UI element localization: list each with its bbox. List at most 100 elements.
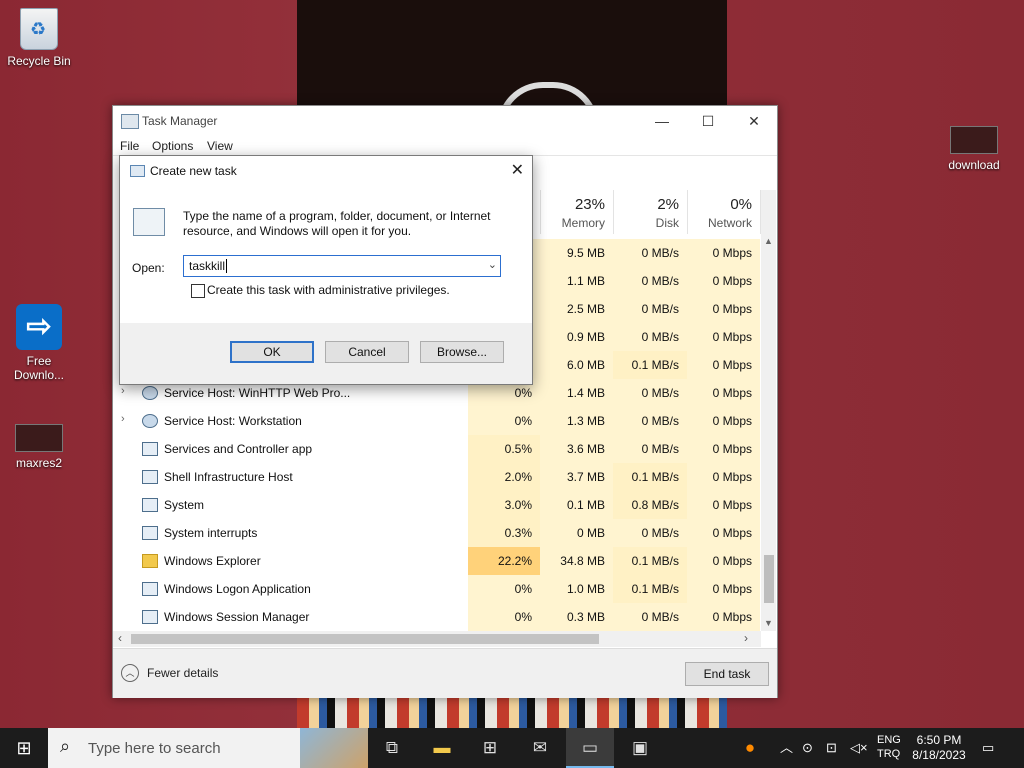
open-label: Open: [132,261,165,275]
task-manager-taskbar-icon[interactable]: ▣ [616,728,664,768]
horizontal-scrollbar[interactable]: ‹ › [113,631,761,647]
folder-icon [142,554,158,568]
desktop-icon-recycle-bin[interactable]: Recycle Bin [2,8,76,68]
process-name: System [164,498,205,512]
network-icon[interactable]: ⊡ [826,728,837,768]
cell-mem: 0.9 MB [540,323,613,351]
notification-icon[interactable]: ▭ [982,728,994,768]
open-combobox[interactable]: taskkill ⌄ [183,255,501,277]
recycle-bin-icon [20,8,58,50]
run-dialog-taskbar-icon[interactable]: ▭ [566,728,614,768]
cancel-button[interactable]: Cancel [325,341,409,363]
vertical-scrollbar[interactable]: ▲ ▼ [761,190,776,631]
camera-icon[interactable]: ⊙ [802,728,813,768]
scroll-up-icon[interactable]: ▲ [764,236,773,246]
memory-label: Memory [561,216,605,230]
process-name: Service Host: Workstation [164,414,302,428]
cell-net: 0 Mbps [687,435,760,463]
cell-net: 0 Mbps [687,295,760,323]
admin-privileges-label[interactable]: Create this task with administrative pri… [207,283,450,297]
expand-chevron-icon[interactable]: › [121,385,125,397]
maximize-button[interactable]: ☐ [685,106,731,136]
input-language[interactable]: ENG TRQ [877,733,901,761]
scroll-right-icon[interactable]: › [744,631,748,645]
desktop-icon-maxres2[interactable]: maxres2 [2,424,76,470]
mail-icon[interactable]: ✉ [516,728,564,768]
table-row[interactable]: Shell Infrastructure Host 2.0% 3.7 MB 0.1 M… [113,463,763,491]
desktop-icon-free-download[interactable]: ⇨ Free Downlo... [2,304,76,382]
cell-disk: 0 MB/s [613,295,687,323]
cell-cpu: 0.5% [468,435,540,463]
desktop-icon-label: maxres2 [15,456,62,470]
search-box[interactable]: ⌕ Type here to search [48,728,368,768]
fewer-details-link[interactable]: Fewer details [147,666,218,680]
end-task-button[interactable]: End task [685,662,769,686]
table-row[interactable]: › Service Host: Workstation 0% 1.3 MB 0 MB/s… [113,407,763,435]
dialog-title: Create new task [150,164,237,178]
table-row[interactable]: Windows Session Manager 0% 0.3 MB 0 MB/s 0 M… [113,603,763,631]
app-orange-circle-icon[interactable]: ● [726,728,774,768]
cell-mem: 1.0 MB [540,575,613,603]
close-icon[interactable]: ✕ [511,160,524,180]
volume-muted-icon[interactable]: ◁× [850,728,868,768]
free-download-manager-icon: ⇨ [16,304,62,350]
scroll-left-icon[interactable]: ‹ [118,631,122,645]
open-input-value[interactable]: taskkill [189,259,225,273]
table-row[interactable]: Windows Explorer 22.2% 34.8 MB 0.1 MB/s 0 Mb… [113,547,763,575]
search-highlight-image[interactable] [300,728,368,768]
scroll-thumb[interactable] [764,555,774,603]
browse-button[interactable]: Browse... [420,341,504,363]
menu-view[interactable]: View [207,139,233,153]
chevron-up-icon[interactable]: ︿ [780,728,793,768]
cell-net: 0 Mbps [687,267,760,295]
cell-net: 0 Mbps [687,379,760,407]
process-window-icon [142,470,158,484]
task-view-icon[interactable]: ⧉ [368,728,416,768]
menu-options[interactable]: Options [152,139,193,153]
process-name: System interrupts [164,526,258,540]
cell-mem: 1.1 MB [540,267,613,295]
chevron-down-icon[interactable]: ⌄ [488,258,497,271]
task-manager-icon [133,208,165,236]
scroll-down-icon[interactable]: ▼ [764,618,773,628]
process-window-icon [142,442,158,456]
windows-start-icon[interactable]: ⊞ [0,728,48,768]
process-window-icon [142,526,158,540]
cell-disk: 0 MB/s [613,435,687,463]
cell-mem: 34.8 MB [540,547,613,575]
cell-mem: 1.4 MB [540,379,613,407]
cell-mem: 0.3 MB [540,603,613,631]
desktop-icon-label: download [948,158,1000,172]
cell-net: 0 Mbps [687,407,760,435]
table-row[interactable]: Windows Logon Application 0% 1.0 MB 0.1 MB/… [113,575,763,603]
process-name: Services and Controller app [164,442,313,456]
minimize-button[interactable]: — [639,106,685,136]
ok-button[interactable]: OK [230,341,314,363]
close-button[interactable]: ✕ [731,106,777,136]
column-disk[interactable]: 2% Disk [613,190,687,234]
admin-privileges-checkbox[interactable] [191,284,205,298]
clock[interactable]: 6:50 PM 8/18/2023 [908,733,970,763]
file-explorer-icon[interactable]: ▬ [418,728,466,768]
column-memory[interactable]: 23% Memory [540,190,613,234]
dialog-title-bar[interactable]: Create new task ✕ [120,156,532,186]
table-row[interactable]: System interrupts 0.3% 0 MB 0 MB/s 0 Mbps [113,519,763,547]
run-icon [130,165,145,177]
table-row[interactable]: System 3.0% 0.1 MB 0.8 MB/s 0 Mbps [113,491,763,519]
desktop-icon-download[interactable]: download [937,126,1011,172]
chevron-up-icon[interactable]: ︿ [121,664,139,682]
expand-chevron-icon[interactable]: › [121,413,125,425]
process-name: Windows Explorer [164,554,261,568]
table-row[interactable]: Services and Controller app 0.5% 3.6 MB 0 M… [113,435,763,463]
menu-file[interactable]: File [120,139,139,153]
scroll-thumb[interactable] [131,634,599,644]
search-placeholder: Type here to search [88,740,221,757]
cell-disk: 0 MB/s [613,379,687,407]
column-network[interactable]: 0% Network [687,190,760,234]
title-bar[interactable]: Task Manager — ☐ ✕ [113,106,777,136]
service-gear-icon [142,414,158,428]
microsoft-store-icon[interactable]: ⊞ [466,728,514,768]
cell-disk: 0 MB/s [613,267,687,295]
process-window-icon [142,610,158,624]
cell-mem: 2.5 MB [540,295,613,323]
